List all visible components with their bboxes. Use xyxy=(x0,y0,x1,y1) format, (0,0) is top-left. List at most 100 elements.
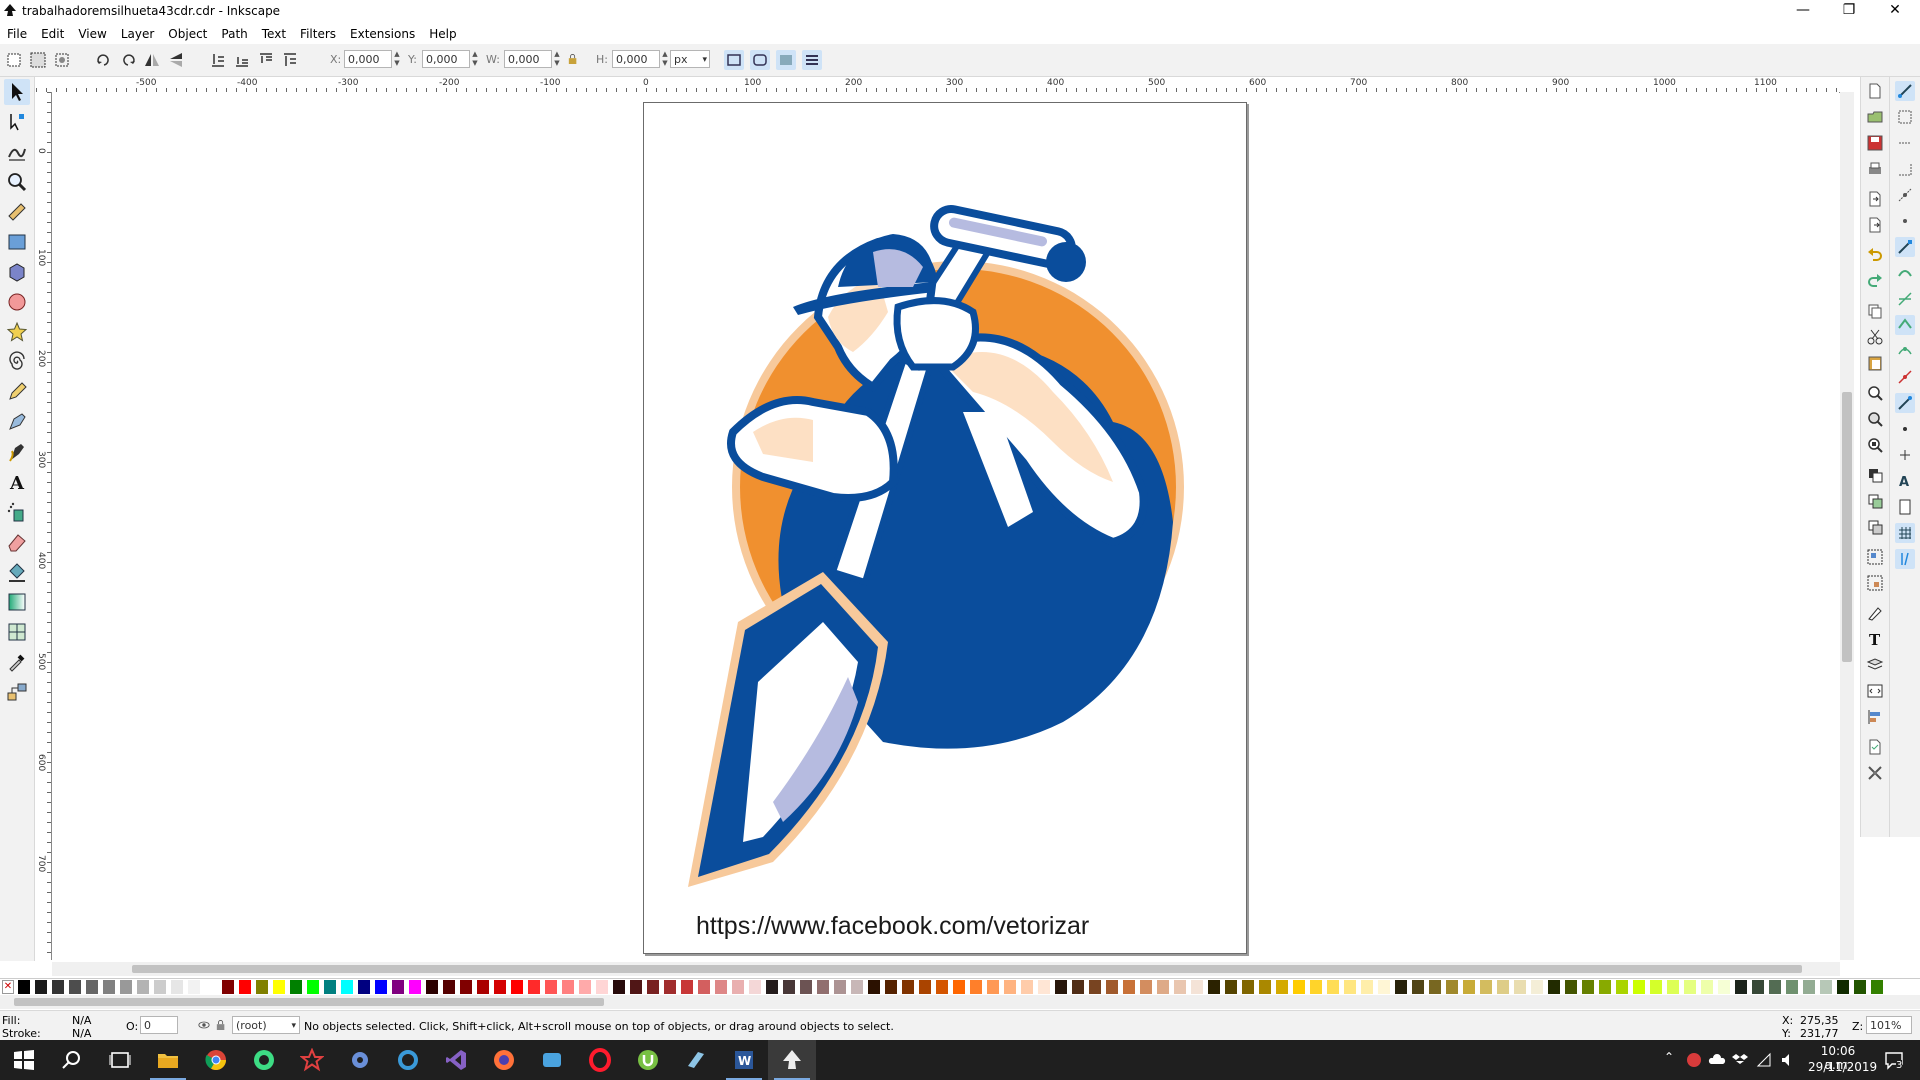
raise-icon[interactable] xyxy=(256,50,276,70)
palette-swatch[interactable] xyxy=(1854,980,1866,994)
palette-swatch[interactable] xyxy=(1701,980,1713,994)
pen-tool-icon[interactable] xyxy=(4,409,30,435)
snap-rotation-centers-icon[interactable] xyxy=(1895,445,1915,465)
palette-swatch[interactable] xyxy=(86,980,98,994)
lower-icon[interactable] xyxy=(232,50,252,70)
raise-to-top-icon[interactable] xyxy=(280,50,300,70)
palette-swatch[interactable] xyxy=(630,980,642,994)
xml-editor-icon[interactable] xyxy=(1865,681,1885,701)
palette-swatch[interactable] xyxy=(528,980,540,994)
group-icon[interactable] xyxy=(1865,547,1885,567)
ellipse-tool-icon[interactable] xyxy=(4,289,30,315)
snap-bbox-midpoints-icon[interactable] xyxy=(1895,185,1915,205)
opacity-input[interactable]: 0 xyxy=(140,1016,178,1034)
file-explorer-icon[interactable] xyxy=(144,1040,192,1080)
palette-swatch[interactable] xyxy=(1820,980,1832,994)
align-distribute-icon[interactable] xyxy=(1865,707,1885,727)
spiral-tool-icon[interactable] xyxy=(4,349,30,375)
text-font-icon[interactable]: T xyxy=(1865,629,1885,649)
vertical-scroll-thumb[interactable] xyxy=(1842,392,1852,662)
palette-swatch[interactable] xyxy=(154,980,166,994)
palette-swatch[interactable] xyxy=(460,980,472,994)
snap-guides-icon[interactable] xyxy=(1895,549,1915,569)
palette-swatch[interactable] xyxy=(1259,980,1271,994)
vertical-scrollbar[interactable] xyxy=(1840,92,1854,960)
palette-swatch[interactable] xyxy=(1412,980,1424,994)
search-icon[interactable] xyxy=(48,1040,96,1080)
palette-swatch[interactable] xyxy=(647,980,659,994)
palette-swatch[interactable] xyxy=(1293,980,1305,994)
menu-layer[interactable]: Layer xyxy=(114,24,161,44)
worker-silhouette-artwork[interactable] xyxy=(643,102,1283,902)
palette-swatch[interactable] xyxy=(1140,980,1152,994)
x-spin[interactable]: ▲ ▼ xyxy=(392,50,402,68)
mesh-tool-icon[interactable] xyxy=(4,619,30,645)
palette-swatch[interactable] xyxy=(1650,980,1662,994)
snap-nodes-icon[interactable] xyxy=(1895,237,1915,257)
palette-swatch[interactable] xyxy=(1106,980,1118,994)
gradient-tool-icon[interactable] xyxy=(4,589,30,615)
zoom-tool-icon[interactable] xyxy=(4,169,30,195)
palette-swatch[interactable] xyxy=(664,980,676,994)
palette-swatch[interactable] xyxy=(1174,980,1186,994)
menu-text[interactable]: Text xyxy=(255,24,293,44)
duplicate-icon[interactable] xyxy=(1865,465,1885,485)
palette-swatch[interactable] xyxy=(1446,980,1458,994)
layer-select[interactable]: (root) ▾ xyxy=(232,1016,300,1034)
palette-swatch[interactable] xyxy=(698,980,710,994)
palette-swatch[interactable] xyxy=(1004,980,1016,994)
palette-swatch[interactable] xyxy=(1582,980,1594,994)
palette-swatch[interactable] xyxy=(953,980,965,994)
rotate-ccw-icon[interactable] xyxy=(94,50,114,70)
stroke-value[interactable]: N/A xyxy=(72,1027,91,1040)
palette-swatch[interactable] xyxy=(290,980,302,994)
palette-swatch[interactable] xyxy=(1225,980,1237,994)
y-input[interactable]: 0,000 xyxy=(422,50,470,68)
measure-tool-icon[interactable] xyxy=(4,199,30,225)
menu-file[interactable]: File xyxy=(0,24,34,44)
palette-swatch[interactable] xyxy=(715,980,727,994)
close-button[interactable]: ✕ xyxy=(1872,0,1918,22)
eraser-tool-icon[interactable] xyxy=(4,529,30,555)
palette-swatch[interactable] xyxy=(426,980,438,994)
snap-bbox-edges-icon[interactable] xyxy=(1895,133,1915,153)
print-icon[interactable] xyxy=(1865,159,1885,179)
palette-swatch[interactable] xyxy=(443,980,455,994)
palette-swatch[interactable] xyxy=(919,980,931,994)
palette-swatch[interactable] xyxy=(613,980,625,994)
horizontal-scrollbar[interactable] xyxy=(52,962,1840,976)
menu-view[interactable]: View xyxy=(71,24,113,44)
palette-swatch[interactable] xyxy=(970,980,982,994)
palette-swatch[interactable] xyxy=(1378,980,1390,994)
snap-path-intersections-icon[interactable] xyxy=(1895,289,1915,309)
palette-scrollbar[interactable] xyxy=(0,995,1920,1009)
lower-to-bottom-icon[interactable] xyxy=(208,50,228,70)
zoom-page-icon[interactable] xyxy=(1865,435,1885,455)
palette-swatch[interactable] xyxy=(1514,980,1526,994)
inkscape-taskbar-icon[interactable] xyxy=(768,1040,816,1080)
palette-swatch[interactable] xyxy=(1718,980,1730,994)
selector-tool-icon[interactable] xyxy=(4,79,30,105)
app-paper-icon[interactable] xyxy=(672,1040,720,1080)
spray-tool-icon[interactable] xyxy=(4,499,30,525)
palette-swatch[interactable] xyxy=(341,980,353,994)
palette-swatch[interactable] xyxy=(1123,980,1135,994)
copy-icon[interactable] xyxy=(1865,301,1885,321)
snap-page-border-icon[interactable] xyxy=(1895,497,1915,517)
snap-grids-icon[interactable] xyxy=(1895,523,1915,543)
flip-horizontal-icon[interactable] xyxy=(142,50,162,70)
palette-swatch[interactable] xyxy=(749,980,761,994)
menu-help[interactable]: Help xyxy=(422,24,463,44)
palette-swatch[interactable] xyxy=(562,980,574,994)
save-icon[interactable] xyxy=(1865,133,1885,153)
snap-others-icon[interactable] xyxy=(1895,393,1915,413)
snap-line-midpoints-icon[interactable] xyxy=(1895,367,1915,387)
palette-swatch[interactable] xyxy=(375,980,387,994)
palette-swatch[interactable] xyxy=(834,980,846,994)
palette-swatch[interactable] xyxy=(1157,980,1169,994)
redo-icon[interactable] xyxy=(1865,271,1885,291)
palette-swatch[interactable] xyxy=(1599,980,1611,994)
task-view-icon[interactable] xyxy=(96,1040,144,1080)
volume-icon[interactable] xyxy=(1780,1052,1796,1071)
palette-swatch[interactable] xyxy=(35,980,47,994)
